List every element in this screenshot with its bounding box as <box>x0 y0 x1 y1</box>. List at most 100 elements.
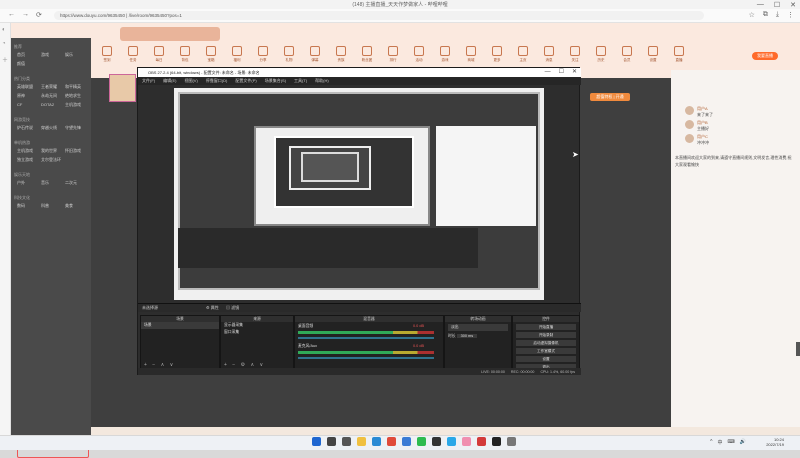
explorer-icon[interactable] <box>357 437 366 446</box>
toolbar-item[interactable]: 礼物 <box>278 46 300 66</box>
download-icon[interactable]: ⤓ <box>776 11 779 19</box>
category-item[interactable]: 怀旧游戏 <box>65 148 81 154</box>
category-item[interactable]: 二次元 <box>65 180 77 186</box>
category-item[interactable]: 和平精英 <box>65 84 81 90</box>
category-item[interactable]: 永劫无间 <box>41 93 57 99</box>
forward-icon[interactable]: → <box>22 11 29 18</box>
wechat-icon[interactable] <box>417 437 426 446</box>
toolbar-item[interactable]: 关注 <box>564 46 586 66</box>
category-item[interactable]: 绝地求生 <box>65 93 81 99</box>
settings-icon[interactable] <box>507 437 516 446</box>
music-icon[interactable] <box>477 437 486 446</box>
category-item[interactable]: 音乐 <box>41 180 49 186</box>
bilibili-icon[interactable] <box>462 437 471 446</box>
obs-menu-item[interactable]: 编辑(E) <box>163 78 176 84</box>
edge-icon[interactable] <box>372 437 381 446</box>
category-item[interactable]: 我的世界 <box>41 148 57 154</box>
source-item[interactable]: 窗口采集 <box>221 329 293 336</box>
toolbar-item[interactable]: 签到 <box>96 46 118 66</box>
category-item[interactable]: 英雄联盟 <box>17 84 33 90</box>
category-item[interactable]: 炉石传说 <box>17 125 33 131</box>
category-item[interactable]: 原神 <box>17 93 25 99</box>
store-icon[interactable] <box>402 437 411 446</box>
category-item[interactable]: 数码 <box>17 203 25 209</box>
scene-item[interactable]: 场景 <box>141 322 219 329</box>
category-item[interactable]: 科普 <box>41 203 49 209</box>
toolbar-item[interactable]: 每日 <box>148 46 170 66</box>
toolbar-item[interactable]: 设置 <box>642 46 664 66</box>
category-item[interactable]: 主机游戏 <box>65 102 81 108</box>
back-icon[interactable]: ← <box>8 11 15 18</box>
properties-button[interactable]: ⚙ 属性 <box>206 305 219 311</box>
category-item[interactable]: 美食 <box>65 203 73 209</box>
category-item[interactable]: 娱乐 <box>65 52 73 58</box>
obs-menu-item[interactable]: 文件(F) <box>142 78 155 84</box>
category-item[interactable]: DOTA2 <box>41 102 54 107</box>
category-item[interactable]: 艾尔登法环 <box>41 157 61 163</box>
site-logo[interactable] <box>120 27 220 41</box>
filters-button[interactable]: ▤ 滤镜 <box>226 305 239 311</box>
obs-close-button[interactable]: ✕ <box>572 68 577 77</box>
control-button[interactable]: 设置 <box>516 356 576 362</box>
category-item[interactable]: 王者荣耀 <box>41 84 57 90</box>
obs-preview[interactable] <box>174 88 544 300</box>
obs-menu-item[interactable]: 视图(V) <box>184 78 197 84</box>
obs-menu-item[interactable]: 场景集合(S) <box>265 78 286 84</box>
search-icon[interactable] <box>327 437 336 446</box>
tray-icon[interactable]: 中 <box>718 439 723 446</box>
toolbar-item[interactable]: 背包 <box>174 46 196 66</box>
obs-minimize-button[interactable]: — <box>545 68 551 77</box>
extensions-icon[interactable]: ⧉ <box>763 11 768 19</box>
maximize-button[interactable]: ☐ <box>774 1 780 9</box>
toolbar-item[interactable]: 排行 <box>382 46 404 66</box>
reload-icon[interactable]: ⟳ <box>36 11 42 19</box>
control-button[interactable]: 开始直播 <box>516 324 576 330</box>
toolbar-item[interactable]: 会员 <box>616 46 638 66</box>
user-avatar[interactable] <box>685 106 694 115</box>
privilege-badge[interactable]: 超值特权 | 开通 <box>590 93 630 101</box>
toolbar-item[interactable]: 贵族 <box>330 46 352 66</box>
toolbar-item[interactable]: 宝箱 <box>200 46 222 66</box>
sidebar-icon[interactable]: ◔ <box>2 41 6 47</box>
close-button[interactable]: ✕ <box>790 1 796 9</box>
category-item[interactable]: 守望先锋 <box>65 125 81 131</box>
category-item[interactable]: 穿越火线 <box>41 125 57 131</box>
category-item[interactable]: 独立游戏 <box>17 157 33 163</box>
toolbar-item[interactable]: 福利 <box>226 46 248 66</box>
star-icon[interactable]: ☆ <box>749 11 755 19</box>
toolbar-item[interactable]: 消息 <box>538 46 560 66</box>
category-item[interactable]: 颜值 <box>17 61 25 67</box>
minimize-button[interactable]: — <box>757 1 764 8</box>
sidebar-icon[interactable]: ◐ <box>2 27 6 33</box>
obs-menu-item[interactable]: 帮助(H) <box>315 78 329 84</box>
category-item[interactable]: 游戏 <box>41 52 49 58</box>
toolbar-item[interactable]: 商城 <box>460 46 482 66</box>
category-item[interactable]: 户外 <box>17 180 25 186</box>
volume-slider[interactable] <box>298 357 434 359</box>
tray-icon[interactable]: ^ <box>710 439 712 446</box>
streamer-avatar[interactable] <box>109 74 136 102</box>
tray-icon[interactable]: ⌨ <box>728 439 735 446</box>
volume-slider[interactable] <box>298 337 434 339</box>
category-item[interactable]: 首页 <box>17 52 25 58</box>
user-avatar[interactable] <box>685 134 694 143</box>
task-view-icon[interactable] <box>342 437 351 446</box>
toolbar-item[interactable]: 直播 <box>668 46 690 66</box>
transition-select[interactable]: 淡出 <box>448 324 508 331</box>
url-field[interactable]: https://www.douyu.com/9635450 | /live/ro… <box>54 11 704 20</box>
edge-handle[interactable] <box>796 342 800 356</box>
go-live-button[interactable]: 我要直播 <box>752 52 778 60</box>
control-button[interactable]: 启动虚拟摄像机 <box>516 340 576 346</box>
taskbar-clock[interactable]: 10:24 2022/7/19 <box>766 437 784 447</box>
windows-icon[interactable] <box>312 437 321 446</box>
chrome-icon[interactable] <box>387 437 396 446</box>
obs-menu-item[interactable]: 停靠窗口(D) <box>206 78 228 84</box>
toolbar-item[interactable]: 主页 <box>512 46 534 66</box>
toolbar-item[interactable]: 更多 <box>486 46 508 66</box>
obs-menu-item[interactable]: 配置文件(P) <box>235 78 256 84</box>
sidebar-icon[interactable]: ＋ <box>2 55 8 64</box>
toolbar-item[interactable]: 游戏 <box>434 46 456 66</box>
control-button[interactable]: 开始录制 <box>516 332 576 338</box>
toolbar-item[interactable]: 活动 <box>408 46 430 66</box>
menu-icon[interactable]: ⋮ <box>787 11 794 19</box>
